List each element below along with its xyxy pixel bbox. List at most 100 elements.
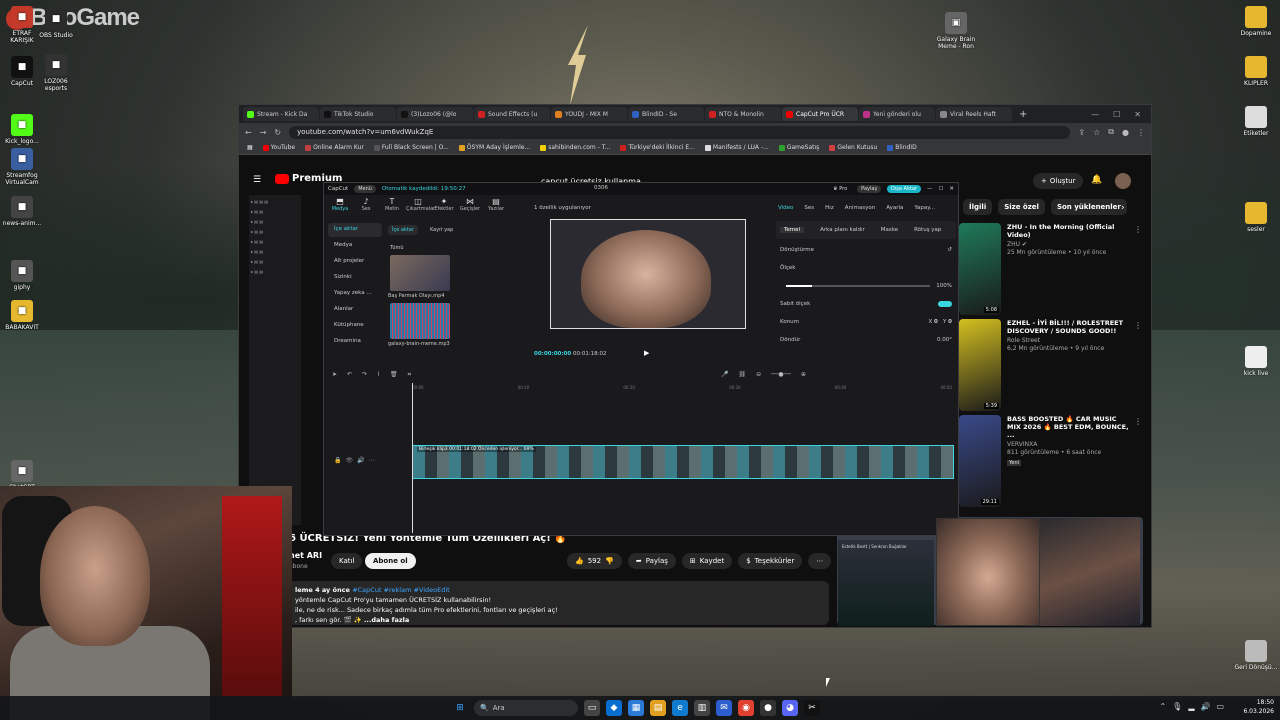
video-title[interactable]: EZHEL - İYİ BİL!!! / ROLESTREET DISCOVER…	[1007, 319, 1132, 335]
copilot-icon[interactable]: ◆	[606, 700, 622, 716]
play-icon[interactable]: ▶	[644, 349, 649, 357]
capcut-taskbar-icon[interactable]: ✂	[804, 700, 820, 716]
profile-icon[interactable]: ●	[1122, 128, 1129, 137]
save-button[interactable]: ⊞ Kaydet	[681, 553, 733, 569]
zoom-in-icon[interactable]: ⊕	[801, 371, 806, 381]
desktop-icon[interactable]: ■ news-anim...	[0, 196, 44, 227]
capcut-sidebar-item[interactable]: Dreamina	[328, 335, 382, 349]
capcut-sidebar-item[interactable]: Kütüphane	[328, 319, 382, 333]
capcut-menu-button[interactable]: Menü	[354, 185, 376, 193]
reset-icon[interactable]: ↺	[947, 247, 952, 253]
desktop-icon[interactable]: kick live	[1234, 346, 1278, 377]
capcut-tool-button[interactable]: ♪ Ses	[354, 197, 378, 217]
recommended-video[interactable]: 29:11 BASS BOOSTED 🔥 CAR MUSIC MIX 2026 🔥…	[959, 415, 1144, 507]
edge-icon[interactable]: e	[672, 700, 688, 716]
mic-tray-icon[interactable]: 🎙	[1172, 702, 1182, 711]
link-icon[interactable]: ⛓	[739, 371, 747, 381]
maximize-icon[interactable]: ☐	[1113, 110, 1120, 119]
widgets-icon[interactable]: ▦	[628, 700, 644, 716]
store-icon[interactable]: ▥	[694, 700, 710, 716]
capcut-sidebar-item[interactable]: Sizinki	[328, 271, 382, 285]
properties-tab[interactable]: Ayarla	[886, 205, 903, 211]
desktop-icon[interactable]: ■ BABAKAVIT	[0, 300, 44, 331]
volume-icon[interactable]: 🔊	[1200, 702, 1210, 711]
properties-subtab[interactable]: Arka planı kaldır	[820, 227, 865, 233]
more-options-icon[interactable]: ⋮	[1134, 225, 1142, 234]
url-field[interactable]: youtube.com/watch?v=um6vdWukZqE	[289, 125, 1071, 139]
new-tab-button[interactable]: +	[1013, 109, 1033, 120]
timeline-video-clip[interactable]: Birleşik klip3 00:01:18:02 Önceden işlen…	[412, 445, 954, 479]
desktop-icon[interactable]: sesler	[1234, 202, 1278, 233]
notifications-bell-icon[interactable]: 🔔	[1091, 175, 1102, 185]
browser-tab[interactable]: Sound Effects (u	[474, 107, 550, 121]
bookmark-item[interactable]: BlindID	[887, 144, 917, 151]
more-options-icon[interactable]: ⋮	[1134, 321, 1142, 330]
capcut-sidebar-item[interactable]: Alanlar	[328, 303, 382, 317]
capcut-close-icon[interactable]: ✕	[949, 186, 954, 192]
browser-tab[interactable]: TikTok Studio	[320, 107, 396, 121]
filter-chip[interactable]: Size özel	[998, 199, 1045, 215]
desktop-icon[interactable]: Etiketler	[1234, 106, 1278, 137]
capcut-sidebar-item[interactable]: Yapay zeka ...	[328, 287, 382, 301]
video-description[interactable]: leme 4 ay önce #CapCut #reklam #VideoEdi…	[289, 581, 829, 625]
video-thumbnail[interactable]: 5:08	[959, 223, 1001, 315]
export-button[interactable]: Dışa Aktar	[887, 185, 921, 193]
position-y-field[interactable]: 0	[948, 319, 952, 325]
file-explorer-icon[interactable]: ▤	[650, 700, 666, 716]
capcut-sidebar-item[interactable]: Medya	[328, 239, 382, 253]
thumbs-down-icon[interactable]: 👎	[605, 557, 614, 565]
split-icon[interactable]: ⌇	[377, 371, 380, 381]
capcut-tool-button[interactable]: ◫ Çıkartmalar	[406, 197, 435, 217]
browser-tab[interactable]: Stream - Kick Da	[243, 107, 319, 121]
battery-icon[interactable]: ▭	[1216, 702, 1224, 711]
video-thumbnail[interactable]: 5:39	[959, 319, 1001, 411]
minimize-icon[interactable]: —	[1091, 110, 1099, 119]
video-channel[interactable]: Role Street	[1007, 337, 1132, 345]
task-view-icon[interactable]: ▭	[584, 700, 600, 716]
video-title[interactable]: ZHU - In the Morning (Official Video)	[1007, 223, 1132, 239]
capcut-tool-button[interactable]: ▤ Yazılar	[484, 197, 508, 217]
rotate-field[interactable]: 0.00°	[937, 337, 952, 343]
more-icon[interactable]: ⋯	[369, 457, 375, 464]
pro-badge[interactable]: ♛ Pro	[829, 185, 851, 193]
video-channel[interactable]: VERVINXA	[1007, 441, 1132, 449]
reload-icon[interactable]: ↻	[274, 128, 281, 137]
zoom-out-icon[interactable]: ⊖	[756, 371, 761, 381]
bookmark-item[interactable]: YouTube	[262, 144, 295, 151]
clock[interactable]: 18:50 6.03.2026	[1243, 698, 1274, 716]
thanks-button[interactable]: $ Teşekkürler	[738, 553, 803, 569]
video-thumbnail[interactable]: 29:11	[959, 415, 1001, 507]
desktop-icon[interactable]: Dopamine	[1234, 6, 1278, 37]
chevron-right-icon[interactable]: ›	[1121, 203, 1125, 213]
chevron-up-icon[interactable]: ⌃	[1159, 702, 1166, 711]
desktop-icon[interactable]: KLIPLER	[1234, 56, 1278, 87]
uniform-scale-toggle[interactable]	[938, 301, 952, 307]
mute-icon[interactable]: 🔊	[357, 457, 364, 464]
forward-icon[interactable]: →	[260, 128, 267, 137]
scale-value[interactable]: 100%	[936, 283, 952, 289]
properties-tab[interactable]: Hız	[825, 205, 834, 211]
capcut-tool-button[interactable]: ⋈ Geçişler	[458, 197, 482, 217]
menu-icon[interactable]: ⋮	[1137, 128, 1145, 137]
subscribe-button[interactable]: Abone ol	[365, 553, 416, 569]
capcut-minimize-icon[interactable]: —	[927, 186, 933, 192]
capcut-tool-button[interactable]: T Metin	[380, 197, 404, 217]
windows-start-icon[interactable]: ⊞	[452, 700, 468, 716]
media-record-button[interactable]: Kayıt yap	[426, 225, 457, 235]
extensions-icon[interactable]: ⧉	[1108, 127, 1114, 137]
redo-icon[interactable]: ↷	[362, 371, 367, 381]
position-x-field[interactable]: 0	[934, 319, 938, 325]
select-tool-icon[interactable]: ➤	[332, 371, 337, 381]
obs-icon[interactable]: ●	[760, 700, 776, 716]
browser-tab[interactable]: CapCut Pro ÜCR	[782, 107, 858, 121]
bookmark-item[interactable]: Full Black Screen | O...	[373, 144, 449, 151]
recommended-video[interactable]: 5:08 ZHU - In the Morning (Official Video…	[959, 223, 1144, 315]
hamburger-menu-icon[interactable]: ☰	[253, 175, 261, 185]
project-name[interactable]: 0306	[594, 185, 608, 191]
create-button[interactable]: + Oluştur	[1033, 173, 1084, 189]
filter-chip[interactable]: İlgili	[963, 199, 993, 215]
like-button[interactable]: 👍 592 👎	[567, 553, 622, 569]
browser-tab[interactable]: (3)Lozo06 (@lo	[397, 107, 473, 121]
timeline-playhead[interactable]	[412, 383, 413, 533]
browser-tab[interactable]: NTO & Monolin	[705, 107, 781, 121]
